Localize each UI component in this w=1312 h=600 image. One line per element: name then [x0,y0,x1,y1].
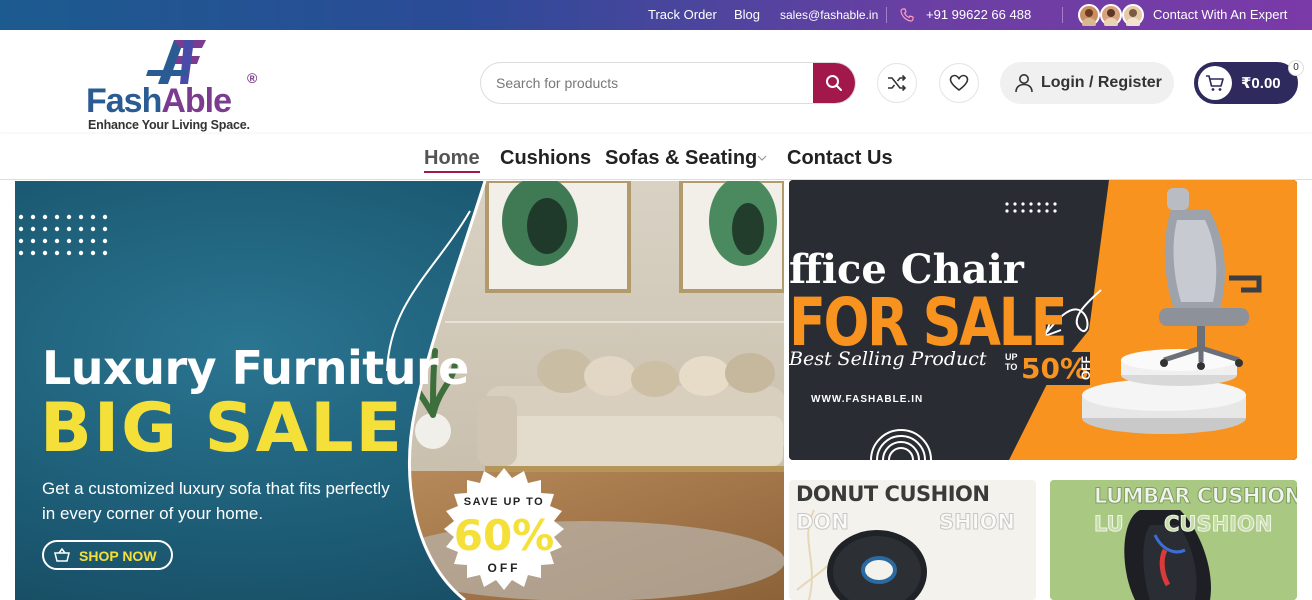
lumbar-cushion-banner[interactable]: LUMBAR CUSHION LU CUSHION [1050,480,1297,600]
basket-icon [54,548,70,562]
site-logo[interactable]: FashAble ® Enhance Your Living Space. [86,34,276,132]
hero-banner[interactable]: Luxury Furniture BIG SALE Get a customiz… [15,181,784,600]
login-label: Login / Register [1041,74,1162,91]
logo-mark-icon [146,40,206,84]
top-bar: Track Order Blog sales@fashable.in +91 9… [0,0,1312,30]
track-order-link[interactable]: Track Order [648,7,717,22]
office-off: OFF [1079,356,1093,380]
shuffle-icon [888,74,907,92]
search-icon [826,75,842,91]
phone-icon [900,8,914,22]
contact-expert-link[interactable]: Contact With An Expert [1153,7,1287,22]
header: FashAble ® Enhance Your Living Space. Se… [0,30,1312,134]
nav-item-home[interactable]: Home [424,147,480,170]
user-icon [1015,74,1033,93]
cart-icon [1206,75,1224,91]
donut-title: DONUT CUSHION [796,482,990,506]
avatar [1078,4,1100,26]
email-link[interactable]: sales@fashable.in [780,8,878,22]
lumbar-echo-left: LU [1094,512,1125,537]
main-navigation: Home Cushions Sofas & Seating Contact Us [0,134,1312,180]
active-underline [424,171,480,173]
wishlist-button[interactable] [939,63,979,103]
expert-avatars[interactable] [1078,4,1144,26]
donut-cushion-banner[interactable]: DONUT CUSHION DON SHION [789,480,1036,600]
blog-link[interactable]: Blog [734,7,760,22]
lumbar-title: LUMBAR CUSHION [1094,484,1297,509]
search-input[interactable] [481,63,815,103]
cart-icon-wrap [1198,66,1232,100]
login-register-button[interactable]: Login / Register [1000,62,1174,104]
cart-count-badge: 0 [1288,60,1304,76]
heart-icon [949,74,969,92]
badge-bottom-text: OFF [487,561,521,575]
nav-item-cushions[interactable]: Cushions [500,147,591,170]
nav-item-sofas-seating[interactable]: Sofas & Seating [605,147,757,170]
shop-now-button[interactable]: SHOP NOW [42,540,173,570]
cart-button[interactable]: ₹0.00 [1194,62,1298,104]
divider [886,7,887,23]
badge-top-text: SAVE UP TO [463,496,545,508]
office-website: WWW.FASHABLE.IN [811,394,924,405]
office-chair-banner[interactable]: ffice Chair FOR SALE Best Selling Produc… [789,180,1297,460]
hero-description-line1: Get a customized luxury sofa that fits p… [42,479,390,498]
divider [1062,7,1063,23]
cart-total: ₹0.00 [1241,75,1281,92]
chevron-down-icon[interactable] [757,155,767,161]
hero-description-line2: in every corner of your home. [42,504,264,523]
office-tagline: Best Selling Product [789,348,987,370]
phone-number[interactable]: +91 99622 66 488 [926,7,1031,22]
avatar [1100,4,1122,26]
nav-item-contact-us[interactable]: Contact Us [787,147,893,170]
avatar [1122,4,1144,26]
donut-echo-left: DON [796,510,850,535]
hero-subheading: BIG SALE [40,389,405,468]
shop-now-label: SHOP NOW [79,548,157,564]
lumbar-echo-right: CUSHION [1163,512,1273,537]
search-bar [480,62,856,104]
badge-value: 60% [453,511,555,560]
office-upto: UP TO [1005,352,1018,372]
logo-wordmark: FashAble [86,82,232,120]
search-button[interactable] [813,63,855,103]
hero-heading: Luxury Furniture [42,341,469,395]
logo-tagline: Enhance Your Living Space. [88,118,250,132]
registered-mark: ® [247,70,258,86]
donut-echo-right: SHION [939,510,1016,535]
compare-button[interactable] [877,63,917,103]
